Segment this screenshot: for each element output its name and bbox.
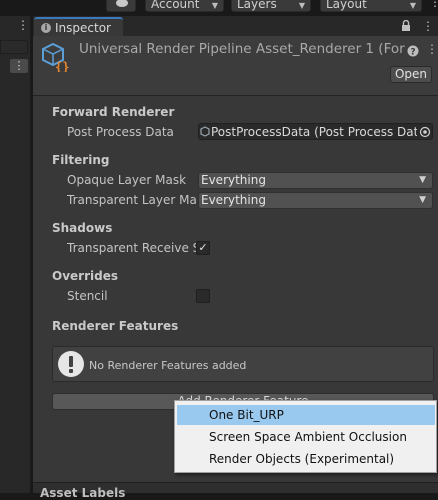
post-process-data-field[interactable]: PostProcessData (Post Process Data — [198, 123, 433, 140]
transparent-layer-mask-dropdown[interactable]: Everything ▼ — [198, 192, 433, 209]
renderer-features-help-box: No Renderer Features added — [52, 346, 434, 382]
transparent-layer-mask-label: Transparent Layer Mask — [67, 193, 196, 207]
forward-renderer-header: Forward Renderer — [52, 105, 175, 119]
renderer-features-header: Renderer Features — [52, 319, 179, 333]
menu-item-screen-space-ambient-occlusion[interactable]: Screen Space Ambient Occlusion — [177, 427, 435, 447]
transparent-receive-shadows-checkbox[interactable]: ✓ — [196, 241, 210, 255]
checkmark-icon: ✓ — [198, 241, 208, 254]
help-icon[interactable]: ? — [407, 45, 419, 57]
chevron-down-icon: ▼ — [419, 195, 426, 205]
tab-inspector[interactable]: i Inspector — [34, 17, 123, 37]
asset-title: Universal Render Pipeline Asset_Renderer… — [79, 41, 405, 57]
open-button[interactable]: Open — [390, 66, 432, 83]
warning-icon — [58, 351, 84, 377]
stencil-label: Stencil — [67, 289, 108, 303]
cloud-icon — [116, 0, 128, 7]
toolbar-more-icon[interactable]: ⋮ — [429, 0, 438, 10]
layers-label: Layers — [237, 0, 277, 11]
asset-labels-label: Asset Labels — [40, 486, 126, 500]
account-dropdown[interactable]: Account ▼ — [145, 0, 224, 12]
svg-text:{}: {} — [55, 60, 69, 72]
tab-inspector-label: Inspector — [55, 21, 111, 35]
account-label: Account — [151, 0, 200, 11]
left-panel-search-field[interactable] — [0, 40, 28, 54]
transparent-layer-mask-value: Everything — [201, 193, 266, 207]
main-toolbar: Account ▼ Layers ▼ Layout ▼ ⋮ — [0, 0, 438, 14]
chevron-down-icon: ▼ — [298, 1, 305, 10]
stencil-checkbox[interactable] — [196, 289, 210, 303]
asset-labels-bar[interactable]: Asset Labels — [33, 482, 438, 500]
asset-menu-icon[interactable]: ⋮ — [426, 42, 438, 56]
no-renderer-features-message: No Renderer Features added — [89, 359, 247, 372]
cloud-button[interactable] — [106, 0, 136, 12]
overrides-header: Overrides — [52, 269, 118, 283]
left-panel-more-icon[interactable]: ⋮ — [17, 18, 29, 32]
post-process-data-value: PostProcessData (Post Process Data — [211, 125, 417, 139]
object-picker-icon[interactable] — [419, 126, 431, 138]
shadows-header: Shadows — [52, 221, 113, 235]
info-icon: i — [41, 23, 51, 33]
layout-dropdown[interactable]: Layout ▼ — [320, 0, 422, 12]
menu-item-render-objects[interactable]: Render Objects (Experimental) — [177, 449, 435, 469]
menu-item-one-bit-urp[interactable]: One Bit_URP — [177, 405, 435, 425]
asset-icon: {} — [42, 42, 69, 72]
inspector-more-icon[interactable]: ⋮ — [422, 19, 434, 33]
asset-small-icon — [200, 126, 210, 137]
layers-dropdown[interactable]: Layers ▼ — [231, 0, 311, 12]
post-process-data-label: Post Process Data — [67, 125, 174, 139]
opaque-layer-mask-value: Everything — [201, 173, 266, 187]
layout-label: Layout — [326, 0, 367, 11]
filtering-header: Filtering — [52, 153, 110, 167]
asset-header: {} Universal Render Pipeline Asset_Rende… — [33, 36, 438, 96]
opaque-layer-mask-label: Opaque Layer Mask — [67, 173, 187, 187]
left-panel-menu-button[interactable]: ⋮ — [10, 59, 28, 73]
inspector-tab-bar: i Inspector ⋮ — [33, 16, 438, 37]
add-renderer-feature-menu: One Bit_URP Screen Space Ambient Occlusi… — [174, 400, 437, 473]
left-panel: ⋮ ⋮ — [0, 16, 31, 493]
svg-text:?: ? — [410, 48, 415, 58]
transparent-receive-shadows-label: Transparent Receive Shadows — [67, 241, 196, 255]
opaque-layer-mask-dropdown[interactable]: Everything ▼ — [198, 172, 433, 189]
chevron-down-icon: ▼ — [419, 175, 426, 185]
lock-icon[interactable] — [401, 20, 411, 32]
chevron-down-icon: ▼ — [211, 1, 218, 10]
chevron-down-icon: ▼ — [409, 1, 416, 10]
